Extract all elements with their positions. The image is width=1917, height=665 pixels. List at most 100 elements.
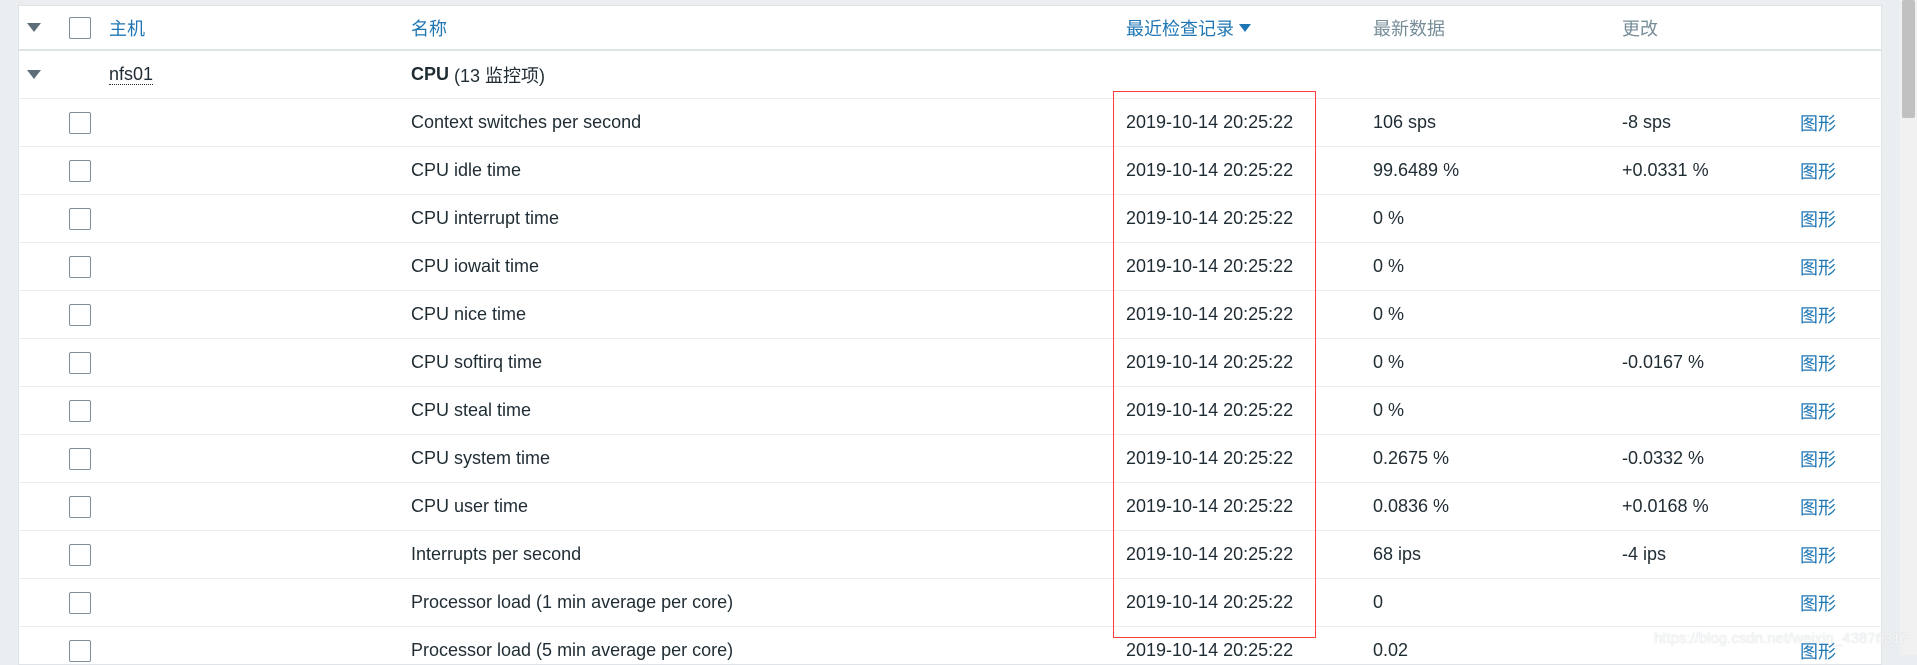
item-last-check: 2019-10-14 20:25:22 <box>1126 544 1294 564</box>
item-name: CPU interrupt time <box>411 208 560 228</box>
graph-link[interactable]: 图形 <box>1800 195 1836 242</box>
table-row: CPU system time 2019-10-14 20:25:22 0.26… <box>19 435 1881 483</box>
item-last-check: 2019-10-14 20:25:22 <box>1126 256 1294 276</box>
item-change: +0.0331 % <box>1622 160 1709 180</box>
graph-link[interactable]: 图形 <box>1800 339 1836 386</box>
item-name: CPU system time <box>411 448 551 468</box>
triangle-down-icon <box>27 23 41 32</box>
row-checkbox-cell[interactable] <box>69 339 91 386</box>
graph-link[interactable]: 图形 <box>1800 243 1836 290</box>
row-checkbox[interactable] <box>69 591 91 614</box>
item-last-value: 106 sps <box>1373 112 1437 132</box>
graph-link[interactable]: 图形 <box>1800 99 1836 146</box>
item-name: CPU nice time <box>411 304 527 324</box>
row-checkbox-cell[interactable] <box>69 147 91 194</box>
application-item-count: (13 监控项) <box>449 65 546 86</box>
item-change: -8 sps <box>1622 112 1672 132</box>
table-row: Interrupts per second 2019-10-14 20:25:2… <box>19 531 1881 579</box>
row-checkbox[interactable] <box>69 303 91 326</box>
row-checkbox[interactable] <box>69 399 91 422</box>
row-checkbox[interactable] <box>69 159 91 182</box>
row-checkbox[interactable] <box>69 351 91 374</box>
host-cell: nfs01 <box>109 51 154 98</box>
item-last-check: 2019-10-14 20:25:22 <box>1126 448 1294 468</box>
item-change: +0.0168 % <box>1622 496 1709 516</box>
host-link[interactable]: nfs01 <box>109 64 154 85</box>
table-row: CPU user time 2019-10-14 20:25:22 0.0836… <box>19 483 1881 531</box>
row-checkbox-cell[interactable] <box>69 243 91 290</box>
row-checkbox[interactable] <box>69 543 91 566</box>
item-name: Processor load (5 min average per core) <box>411 640 734 660</box>
table-row: Processor load (5 min average per core) … <box>19 627 1881 664</box>
graph-link[interactable]: 图形 <box>1800 147 1836 194</box>
row-checkbox[interactable] <box>69 495 91 518</box>
item-last-check: 2019-10-14 20:25:22 <box>1126 352 1294 372</box>
item-last-value: 0 % <box>1373 256 1405 276</box>
item-last-value: 0 % <box>1373 304 1405 324</box>
item-change: -4 ips <box>1622 544 1667 564</box>
table-row: CPU softirq time 2019-10-14 20:25:22 0 %… <box>19 339 1881 387</box>
header-last-value: 最新数据 <box>1373 18 1445 39</box>
item-name: CPU user time <box>411 496 529 516</box>
item-name: Interrupts per second <box>411 544 582 564</box>
header-host[interactable]: 主机 <box>109 6 145 49</box>
table-row: CPU idle time 2019-10-14 20:25:22 99.648… <box>19 147 1881 195</box>
row-checkbox-cell[interactable] <box>69 627 91 664</box>
row-checkbox-cell[interactable] <box>69 195 91 242</box>
host-group-row: nfs01 CPU (13 监控项) <box>19 51 1881 99</box>
row-checkbox-cell[interactable] <box>69 579 91 626</box>
row-checkbox[interactable] <box>69 111 91 134</box>
header-name[interactable]: 名称 <box>411 6 447 49</box>
scrollbar-thumb[interactable] <box>1902 0 1915 118</box>
item-last-value: 0 % <box>1373 400 1405 420</box>
application-name: CPU <box>411 64 450 84</box>
graph-link[interactable]: 图形 <box>1800 579 1836 626</box>
latest-data-table: 主机 名称 最近检查记录 最新数据 更改 nfs01 CPU (13 监控项) … <box>18 5 1882 665</box>
graph-link[interactable]: 图形 <box>1800 435 1836 482</box>
graph-link[interactable]: 图形 <box>1800 387 1836 434</box>
item-name: CPU steal time <box>411 400 532 420</box>
collapse-group-toggle[interactable] <box>27 51 41 98</box>
select-all-checkbox[interactable] <box>69 16 91 39</box>
item-name: CPU softirq time <box>411 352 543 372</box>
item-change: -0.0332 % <box>1622 448 1705 468</box>
table-row: CPU nice time 2019-10-14 20:25:22 0 % 图形 <box>19 291 1881 339</box>
row-checkbox[interactable] <box>69 207 91 230</box>
item-last-value: 0.02 <box>1373 640 1409 660</box>
table-row: Context switches per second 2019-10-14 2… <box>19 99 1881 147</box>
graph-link[interactable]: 图形 <box>1800 483 1836 530</box>
item-last-value: 0 <box>1373 592 1384 612</box>
select-all-checkbox-cell[interactable] <box>69 6 91 49</box>
collapse-all-toggle[interactable] <box>27 6 41 49</box>
row-checkbox-cell[interactable] <box>69 483 91 530</box>
table-row: CPU steal time 2019-10-14 20:25:22 0 % 图… <box>19 387 1881 435</box>
row-checkbox-cell[interactable] <box>69 531 91 578</box>
item-last-check: 2019-10-14 20:25:22 <box>1126 496 1294 516</box>
row-checkbox-cell[interactable] <box>69 291 91 338</box>
row-checkbox[interactable] <box>69 639 91 662</box>
row-checkbox-cell[interactable] <box>69 387 91 434</box>
header-last-check[interactable]: 最近检查记录 <box>1126 6 1251 49</box>
graph-link[interactable]: 图形 <box>1800 531 1836 578</box>
item-last-value: 68 ips <box>1373 544 1422 564</box>
table-row: Processor load (1 min average per core) … <box>19 579 1881 627</box>
item-last-check: 2019-10-14 20:25:22 <box>1126 400 1294 420</box>
item-name: Processor load (1 min average per core) <box>411 592 734 612</box>
vertical-scrollbar[interactable] <box>1900 0 1917 655</box>
row-checkbox-cell[interactable] <box>69 435 91 482</box>
item-last-value: 0.0836 % <box>1373 496 1450 516</box>
item-last-value: 0 % <box>1373 352 1405 372</box>
item-last-value: 0 % <box>1373 208 1405 228</box>
triangle-down-icon <box>27 70 41 79</box>
graph-link[interactable]: 图形 <box>1800 291 1836 338</box>
row-checkbox[interactable] <box>69 447 91 470</box>
item-last-value: 0.2675 % <box>1373 448 1450 468</box>
table-header-row: 主机 名称 最近检查记录 最新数据 更改 <box>19 6 1881 51</box>
header-last-check-label: 最近检查记录 <box>1126 18 1234 39</box>
row-checkbox[interactable] <box>69 255 91 278</box>
item-name: CPU idle time <box>411 160 522 180</box>
item-change: -0.0167 % <box>1622 352 1705 372</box>
table-row: CPU interrupt time 2019-10-14 20:25:22 0… <box>19 195 1881 243</box>
item-last-check: 2019-10-14 20:25:22 <box>1126 304 1294 324</box>
row-checkbox-cell[interactable] <box>69 99 91 146</box>
